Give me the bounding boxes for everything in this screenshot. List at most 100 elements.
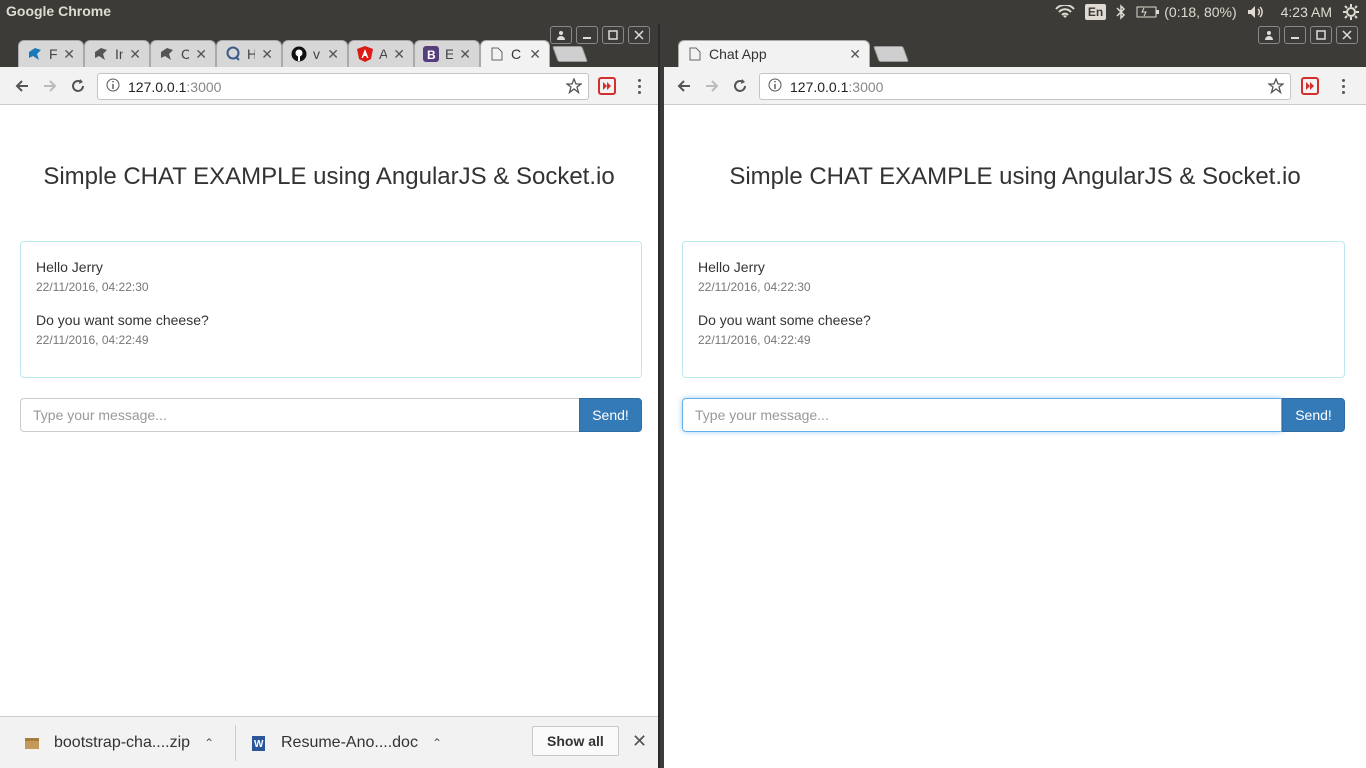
window-controls (1258, 26, 1358, 44)
keyboard-layout-indicator[interactable]: En (1084, 4, 1107, 20)
chat-message: Do you want some cheese? 22/11/2016, 04:… (698, 310, 1329, 348)
reload-icon (72, 79, 84, 92)
tab-chat-app[interactable]: Chat App ✕ (678, 40, 870, 67)
profile-button[interactable] (550, 26, 572, 44)
minimize-icon (1291, 37, 1299, 39)
chat-page-left: Simple CHAT EXAMPLE using AngularJS & So… (0, 105, 658, 768)
extension-icon[interactable] (598, 77, 616, 95)
battery-indicator[interactable]: (0:18, 80%) (1136, 4, 1237, 20)
tab-6[interactable]: B E ✕ (414, 40, 480, 67)
close-icon (1342, 30, 1352, 40)
window-controls (550, 26, 650, 44)
bird-icon (93, 46, 109, 62)
chevron-up-icon[interactable]: ⌃ (204, 736, 214, 750)
minimize-button[interactable] (576, 26, 598, 44)
tab-close-icon[interactable]: ✕ (459, 46, 471, 63)
info-icon[interactable] (106, 78, 120, 95)
close-icon (634, 30, 644, 40)
back-button[interactable] (674, 76, 694, 96)
message-timestamp: 22/11/2016, 04:22:49 (698, 333, 811, 347)
chevron-up-icon[interactable]: ⌃ (432, 736, 442, 750)
download-item[interactable]: W Resume-Ano....doc ⌃ (251, 717, 442, 768)
person-icon (557, 31, 565, 40)
extension-icon[interactable] (1301, 77, 1319, 95)
tab-close-icon[interactable]: ✕ (63, 46, 75, 63)
download-filename: bootstrap-cha....zip (54, 734, 191, 751)
tab-3[interactable]: H ✕ (216, 40, 282, 67)
session-gear-icon[interactable] (1342, 3, 1360, 21)
svg-text:B: B (427, 48, 436, 62)
message-text: Hello Jerry (36, 259, 103, 275)
send-button[interactable]: Send! (1282, 398, 1345, 432)
close-window-button[interactable] (1336, 26, 1358, 44)
forward-arrow-icon (706, 80, 719, 92)
system-top-panel: Google Chrome En (0:18, 80%) 4:23 AM (0, 0, 1366, 24)
tab-5[interactable]: A ✕ (348, 40, 414, 67)
reload-button[interactable] (730, 76, 750, 96)
page-title: Simple CHAT EXAMPLE using AngularJS & So… (729, 163, 1301, 190)
battery-status: (0:18, 80%) (1164, 4, 1237, 20)
tab-2[interactable]: C ✕ (150, 40, 216, 67)
person-icon (1265, 31, 1273, 40)
tab-0[interactable]: F ✕ (18, 40, 84, 67)
info-icon[interactable] (768, 78, 782, 95)
volume-icon[interactable] (1247, 5, 1267, 19)
page-title: Simple CHAT EXAMPLE using AngularJS & So… (43, 163, 615, 190)
bootstrap-icon: B (423, 46, 439, 62)
close-icon[interactable]: ✕ (632, 731, 647, 752)
bookmark-star-icon[interactable] (1267, 77, 1285, 97)
battery-icon (1136, 6, 1160, 18)
chrome-menu-icon[interactable] (1340, 77, 1346, 95)
clock[interactable]: 4:23 AM (1281, 4, 1332, 20)
tab-close-icon[interactable]: ✕ (529, 46, 541, 63)
wifi-icon[interactable] (1055, 5, 1075, 19)
message-input-group: Send! (682, 398, 1345, 432)
reload-icon (734, 79, 746, 92)
maximize-button[interactable] (1310, 26, 1332, 44)
profile-button[interactable] (1258, 26, 1280, 44)
tab-close-icon[interactable]: ✕ (327, 46, 339, 63)
bird-icon (159, 46, 175, 62)
tab-7-active[interactable]: C ✕ (480, 40, 550, 67)
show-all-downloads-button[interactable]: Show all (532, 726, 619, 756)
tab-1[interactable]: In ✕ (84, 40, 150, 67)
divider (235, 725, 236, 761)
maximize-button[interactable] (602, 26, 624, 44)
new-tab-button[interactable] (552, 46, 588, 62)
new-tab-button[interactable] (873, 46, 909, 62)
message-timestamp: 22/11/2016, 04:22:49 (36, 333, 149, 347)
chrome-menu-icon[interactable] (636, 77, 642, 95)
close-window-button[interactable] (628, 26, 650, 44)
bookmark-star-icon[interactable] (565, 77, 583, 97)
page-icon (489, 46, 505, 62)
url-host: 127.0.0.1 (790, 78, 849, 95)
reload-button[interactable] (68, 76, 88, 96)
tab-strip: F ✕ In ✕ C ✕ H ✕ v ✕ A ✕ B (0, 24, 658, 67)
browser-toolbar: 127.0.0.1:3000 (0, 67, 658, 105)
tab-close-icon[interactable]: ✕ (195, 46, 207, 63)
message-text: Hello Jerry (698, 259, 765, 275)
browser-toolbar: 127.0.0.1:3000 (664, 67, 1366, 105)
download-item[interactable]: bootstrap-cha....zip ⌃ (24, 717, 214, 768)
tab-4[interactable]: v ✕ (282, 40, 348, 67)
forward-button[interactable] (40, 76, 60, 96)
message-panel: Hello Jerry 22/11/2016, 04:22:30 Do you … (20, 241, 642, 378)
minimize-button[interactable] (1284, 26, 1306, 44)
forward-button[interactable] (702, 76, 722, 96)
message-input[interactable] (682, 398, 1282, 432)
tab-close-icon[interactable]: ✕ (261, 46, 273, 63)
tab-close-icon[interactable]: ✕ (393, 46, 405, 63)
bluetooth-icon[interactable] (1116, 4, 1126, 20)
message-text: Do you want some cheese? (36, 312, 209, 328)
chat-message: Hello Jerry 22/11/2016, 04:22:30 (698, 257, 1329, 295)
minimize-icon (583, 37, 591, 39)
system-tray: En (0:18, 80%) 4:23 AM (1045, 0, 1366, 24)
back-button[interactable] (12, 76, 32, 96)
send-button[interactable]: Send! (579, 398, 642, 432)
tab-close-icon[interactable]: ✕ (129, 46, 141, 63)
archive-icon (24, 735, 40, 751)
message-input[interactable] (20, 398, 579, 432)
address-bar[interactable]: 127.0.0.1:3000 (759, 73, 1291, 100)
tab-close-icon[interactable]: ✕ (849, 46, 861, 63)
address-bar[interactable]: 127.0.0.1:3000 (97, 73, 589, 100)
